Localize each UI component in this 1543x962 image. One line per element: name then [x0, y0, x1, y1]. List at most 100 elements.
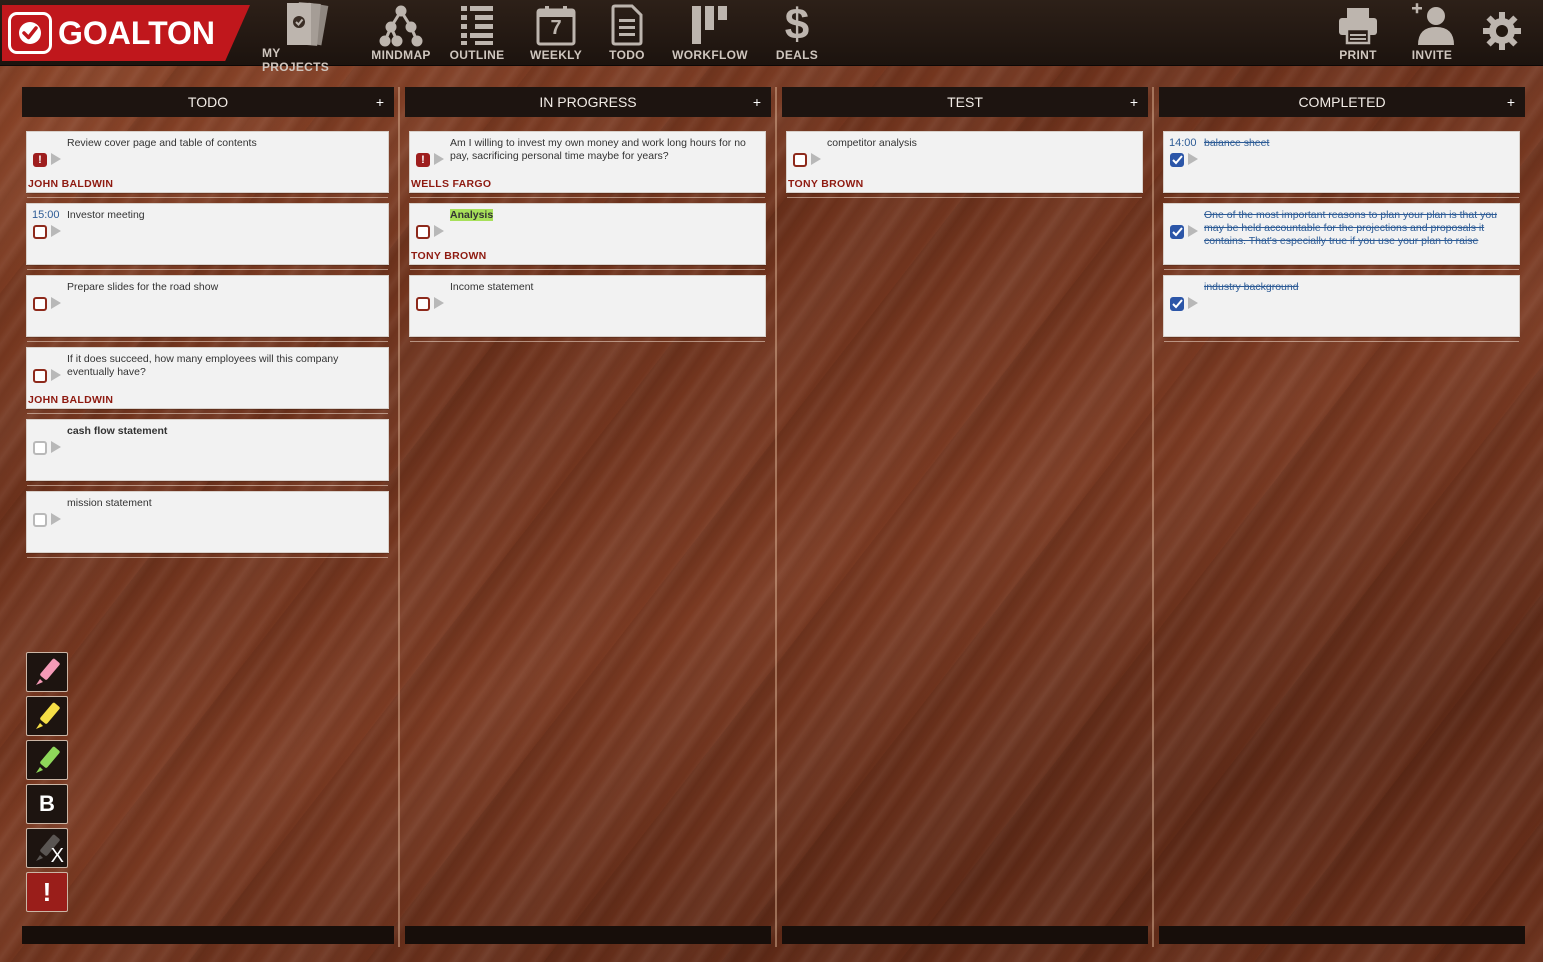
- expand-arrow-icon[interactable]: [51, 441, 61, 453]
- nav-mindmap[interactable]: MINDMAP: [370, 0, 432, 66]
- clear-highlight-button[interactable]: X: [26, 828, 68, 868]
- task-card[interactable]: mission statement: [26, 491, 389, 558]
- task-card[interactable]: Income statement: [409, 275, 766, 342]
- expand-arrow-icon[interactable]: [51, 369, 61, 381]
- bold-button[interactable]: B: [26, 784, 68, 824]
- column-in-progress: IN PROGRESS + Am I willing to invest my ow…: [405, 87, 771, 944]
- add-card-button[interactable]: +: [1507, 87, 1515, 117]
- urgent-checkbox[interactable]: !: [33, 153, 47, 167]
- task-checkbox[interactable]: [416, 297, 430, 311]
- task-text[interactable]: Am I willing to invest my own money and …: [450, 137, 757, 163]
- checked-checkbox[interactable]: [1170, 153, 1184, 167]
- task-checkbox[interactable]: [33, 297, 47, 311]
- task-text[interactable]: Prepare slides for the road show: [67, 281, 380, 294]
- green-highlighter-button[interactable]: [26, 740, 68, 780]
- expand-arrow-icon[interactable]: [434, 225, 444, 237]
- task-card[interactable]: Analysis TONY BROWN: [409, 203, 766, 270]
- task-card[interactable]: One of the most important reasons to pla…: [1163, 203, 1520, 270]
- workflow-icon: [688, 0, 732, 50]
- settings-button[interactable]: [1478, 0, 1526, 66]
- column-footer: [22, 926, 394, 944]
- task-checkbox[interactable]: [33, 441, 47, 455]
- task-card[interactable]: Prepare slides for the road show: [26, 275, 389, 342]
- column-footer: [782, 926, 1148, 944]
- task-card[interactable]: cash flow statement: [26, 419, 389, 486]
- task-text[interactable]: If it does succeed, how many employees w…: [67, 353, 380, 379]
- yellow-highlighter-button[interactable]: [26, 696, 68, 736]
- pink-marker-icon: [36, 658, 60, 685]
- nav-todo[interactable]: TODO: [604, 0, 650, 66]
- task-text[interactable]: competitor analysis: [827, 137, 1134, 150]
- nav-my-projects[interactable]: MY PROJECTS: [262, 0, 350, 74]
- column-divider: [398, 87, 400, 947]
- column-footer: [405, 926, 771, 944]
- card-list: competitor analysis TONY BROWN: [786, 131, 1143, 203]
- task-owner: JOHN BALDWIN: [28, 394, 114, 406]
- green-marker-icon: [36, 746, 60, 773]
- nav-outline[interactable]: OUTLINE: [450, 0, 504, 66]
- task-text[interactable]: balance sheet: [1204, 137, 1511, 150]
- task-checkbox[interactable]: [33, 225, 47, 239]
- task-card[interactable]: 15:00 Investor meeting: [26, 203, 389, 270]
- nav-deals[interactable]: $ DEALS: [772, 0, 822, 66]
- task-owner: TONY BROWN: [411, 250, 487, 262]
- task-checkbox[interactable]: [33, 369, 47, 383]
- task-card[interactable]: 14:00 balance sheet: [1163, 131, 1520, 198]
- task-text[interactable]: Investor meeting: [67, 209, 380, 222]
- task-time: 15:00: [32, 209, 60, 221]
- add-card-button[interactable]: +: [753, 87, 761, 117]
- expand-arrow-icon[interactable]: [434, 153, 444, 165]
- expand-arrow-icon[interactable]: [1188, 153, 1198, 165]
- expand-arrow-icon[interactable]: [51, 297, 61, 309]
- task-owner: TONY BROWN: [788, 178, 864, 190]
- column-todo: TODO + Review cover page and table of cont…: [22, 87, 394, 944]
- task-checkbox[interactable]: [33, 513, 47, 527]
- pink-highlighter-button[interactable]: [26, 652, 68, 692]
- expand-arrow-icon[interactable]: [51, 225, 61, 237]
- calendar-icon: 7: [535, 0, 577, 50]
- task-card[interactable]: Am I willing to invest my own money and …: [409, 131, 766, 198]
- print-button[interactable]: PRINT: [1334, 0, 1382, 66]
- checked-checkbox[interactable]: [1170, 297, 1184, 311]
- app-logo[interactable]: GOALTON: [2, 5, 250, 61]
- task-card[interactable]: competitor analysis TONY BROWN: [786, 131, 1143, 198]
- task-owner: JOHN BALDWIN: [28, 178, 114, 190]
- task-text[interactable]: cash flow statement: [67, 425, 380, 438]
- column-header: TODO +: [22, 87, 394, 117]
- expand-arrow-icon[interactable]: [434, 297, 444, 309]
- expand-arrow-icon[interactable]: [1188, 297, 1198, 309]
- task-checkbox[interactable]: [416, 225, 430, 239]
- expand-arrow-icon[interactable]: [1188, 225, 1198, 237]
- task-text[interactable]: industry background: [1204, 281, 1511, 294]
- highlight-tool-palette: B X !: [26, 652, 68, 916]
- task-card[interactable]: If it does succeed, how many employees w…: [26, 347, 389, 414]
- task-text[interactable]: One of the most important reasons to pla…: [1204, 209, 1511, 248]
- add-card-button[interactable]: +: [1130, 87, 1138, 117]
- task-text[interactable]: Income statement: [450, 281, 757, 294]
- expand-arrow-icon[interactable]: [51, 153, 61, 165]
- column-footer: [1159, 926, 1525, 944]
- task-text[interactable]: Review cover page and table of contents: [67, 137, 380, 150]
- invite-button[interactable]: INVITE: [1404, 0, 1460, 66]
- expand-arrow-icon[interactable]: [811, 153, 821, 165]
- nav-workflow[interactable]: WORKFLOW: [672, 0, 748, 66]
- checked-checkbox[interactable]: [1170, 225, 1184, 239]
- mark-urgent-button[interactable]: !: [26, 872, 68, 912]
- task-card[interactable]: industry background: [1163, 275, 1520, 342]
- task-text[interactable]: Analysis: [450, 209, 757, 222]
- outline-icon: [459, 0, 495, 50]
- add-card-button[interactable]: +: [376, 87, 384, 117]
- column-title: TODO: [187, 94, 229, 110]
- urgent-checkbox[interactable]: !: [416, 153, 430, 167]
- highlighted-text: Analysis: [450, 209, 494, 221]
- task-checkbox[interactable]: [793, 153, 807, 167]
- task-text[interactable]: mission statement: [67, 497, 380, 510]
- column-header: COMPLETED +: [1159, 87, 1525, 117]
- app-name: GOALTON: [58, 15, 216, 51]
- nav-weekly[interactable]: 7 WEEKLY: [528, 0, 584, 66]
- task-owner: WELLS FARGO: [411, 178, 492, 190]
- expand-arrow-icon[interactable]: [51, 513, 61, 525]
- task-card[interactable]: Review cover page and table of contents!…: [26, 131, 389, 198]
- gear-icon: [1481, 0, 1523, 62]
- column-divider: [1152, 87, 1154, 947]
